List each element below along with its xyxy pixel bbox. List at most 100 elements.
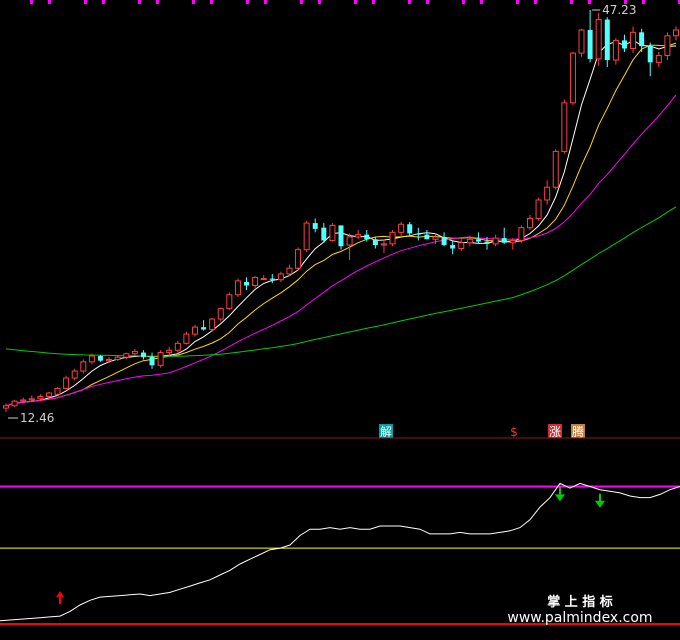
watermark-title: 掌 上 指 标 [547,594,613,610]
candle-body [80,361,87,372]
candle [518,225,525,243]
top-tick [570,0,573,4]
candle-body [450,245,456,249]
candle [209,317,216,332]
candle-body [407,224,413,234]
candle-body [484,241,490,244]
candle-body [587,30,593,59]
candle-body [355,234,362,238]
candle-body [11,400,18,407]
candle-body [501,238,507,243]
candle-body [321,227,327,241]
candle-body [269,278,275,280]
candle-body [226,294,233,310]
candle-body [655,54,662,63]
top-tick [462,0,465,4]
candle-body [97,356,103,361]
candle-body [114,356,121,361]
candle-body [252,276,259,287]
candle-body [209,318,216,330]
candle-body [338,225,344,247]
candle-body [535,199,542,219]
candle-body [441,236,447,246]
top-tick [480,0,483,4]
candle [80,359,87,374]
candle-body [673,29,679,37]
candle [11,399,18,407]
top-tick [408,0,411,4]
top-tick [354,0,357,4]
candle-body [346,236,353,246]
candle-body [217,308,224,320]
signal-text: 涨 [549,424,561,439]
candle-body [37,396,44,400]
top-tick [372,0,375,4]
candle [338,225,344,250]
candle-body [166,349,173,354]
candle-body [54,387,61,395]
candle-body [20,399,27,402]
candle-body [595,19,602,60]
candle-body [389,231,396,245]
candle [595,12,602,66]
candle-body [286,267,293,275]
candle [295,247,302,271]
candle-body [174,342,181,351]
candle-body [140,352,146,358]
top-tick [48,0,51,4]
candle-body [544,186,551,201]
candle-body [475,239,481,242]
candle [157,350,164,368]
candle-body [647,46,653,63]
top-tick [588,0,591,4]
top-tick [246,0,249,4]
candle-body [526,217,533,229]
candle-body [415,233,421,235]
candle-body [234,280,241,296]
candle-body [639,32,645,47]
top-tick [192,0,195,4]
candle-body [191,326,198,335]
candle-body [123,353,130,358]
candle-body [244,282,250,286]
candle [183,331,190,345]
candle-body [552,150,559,188]
candle [217,307,224,322]
candle [535,197,542,221]
top-tick [642,0,645,4]
candle-body [329,224,336,241]
stock-chart: 47.23 12.46 解 $ 涨腾 掌 上 指 标 www.palmindex.c… [0,0,680,640]
candle-body [28,398,35,401]
top-tick [84,0,87,4]
candle-body [63,377,70,389]
top-tick [318,0,321,4]
candle-body [492,237,499,245]
candle-body [277,273,284,281]
candle [578,28,585,57]
candle [303,220,310,252]
candle [54,387,61,396]
price-low-label: 12.46 [20,411,54,425]
top-tick [30,0,33,4]
top-tick [516,0,519,4]
candle-body [303,222,310,251]
top-tick [156,0,159,4]
candle-body [621,40,627,49]
candle-body [466,238,473,244]
candle-body [157,352,164,366]
candle-body [398,223,405,233]
signal-badge: 腾 [571,424,585,439]
signal-text: 解 [380,425,392,439]
watermark-url: www.palmindex.com [507,610,652,626]
candle-body [380,243,387,246]
candle-body [106,359,113,362]
candle [569,51,576,106]
candle-body [71,370,78,379]
top-tick [534,0,537,4]
candle-body [201,327,207,330]
price-high-label: 47.23 [602,3,636,17]
candle-body [612,39,619,61]
candle-body [372,239,378,246]
top-tick [426,0,429,4]
candle-body [578,29,585,54]
